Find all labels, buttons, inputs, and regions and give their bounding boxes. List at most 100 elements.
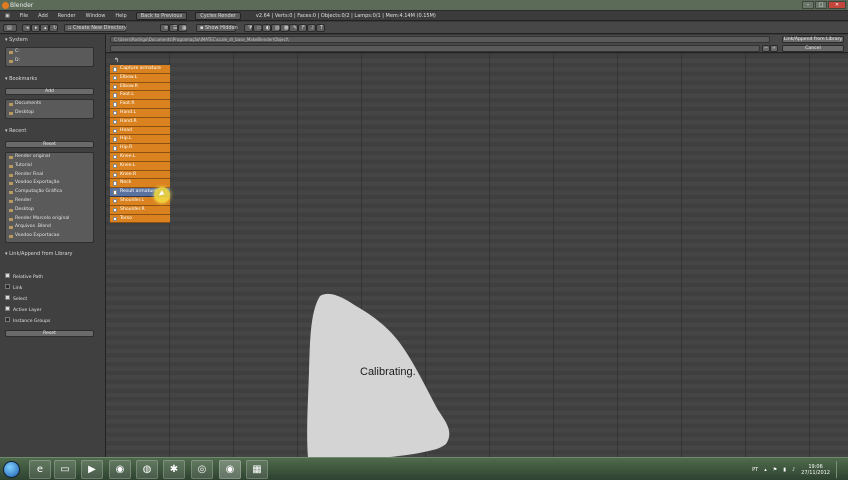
recent-item[interactable]: Render Final	[6, 171, 93, 180]
filter-text-icon[interactable]: T	[316, 24, 325, 32]
reset-link-options-button[interactable]: Reset	[5, 330, 94, 337]
app2-icon[interactable]: ◎	[191, 460, 213, 479]
file-item[interactable]: Shoulder.R	[110, 205, 170, 215]
recent-item[interactable]: Render Marcelo original	[6, 215, 93, 224]
filename-field[interactable]	[110, 45, 760, 52]
close-button[interactable]: ✕	[828, 1, 846, 9]
maximize-button[interactable]: □	[815, 1, 827, 9]
file-item[interactable]: Hand.R	[110, 117, 170, 127]
file-item-label: Knee.R	[120, 171, 137, 177]
blender-taskbar-icon[interactable]: ◉	[219, 460, 241, 479]
file-item[interactable]: Elbow.L	[110, 73, 170, 83]
show-desktop-button[interactable]	[836, 461, 842, 478]
filter-font-icon[interactable]: F	[298, 24, 307, 32]
instance-groups-checkbox[interactable]: Instance Groups	[5, 317, 50, 326]
app3-icon[interactable]: ▦	[246, 460, 268, 479]
network-icon[interactable]: ▮	[783, 467, 786, 473]
display-thumbnail-icon[interactable]: ▦	[178, 24, 187, 32]
filter-folder-icon[interactable]: ▭	[253, 24, 262, 32]
file-item[interactable]: Hip.R	[110, 144, 170, 153]
relative-path-checkbox[interactable]: Relative Path	[5, 273, 43, 282]
file-item[interactable]: Hand.L	[110, 108, 170, 118]
system-item[interactable]: C:	[6, 48, 93, 57]
internet-explorer-icon[interactable]: e	[29, 460, 51, 479]
back-arrow-icon[interactable]: ◂	[22, 24, 31, 32]
display-detail-icon[interactable]: ☰	[169, 24, 178, 32]
file-item[interactable]: Elbow.R	[110, 82, 170, 92]
start-button[interactable]	[3, 461, 20, 478]
recent-item[interactable]: Tutorial	[6, 162, 93, 171]
system-item[interactable]: D:	[6, 57, 93, 66]
link-append-button[interactable]: Link/Append from Library	[782, 36, 844, 43]
menu-window[interactable]: Window	[81, 13, 111, 19]
chrome-icon[interactable]: ◉	[109, 460, 131, 479]
directory-path-field[interactable]: C:\Users\Rodrigo\Documents\Programação\I…	[110, 36, 770, 43]
file-item[interactable]: Head	[110, 126, 170, 136]
back-to-previous-button[interactable]: Back to Previous	[135, 11, 188, 20]
show-hidden-toggle[interactable]: ▪ Show Hidden	[196, 24, 238, 32]
file-explorer-icon[interactable]: ▭	[54, 460, 76, 479]
clock[interactable]: 19:06 27/11/2012	[801, 464, 830, 476]
menu-add[interactable]: Add	[33, 13, 53, 19]
recent-item[interactable]: Computação Gráfica	[6, 188, 93, 197]
file-item[interactable]: Knee.L	[110, 152, 170, 162]
file-item[interactable]: Torso	[110, 214, 170, 224]
reset-recent-button[interactable]: Reset	[5, 141, 94, 148]
tray-arrow-icon[interactable]: ▴	[764, 467, 767, 473]
file-icon	[113, 110, 117, 116]
filter-icon[interactable]: ⧩	[244, 24, 253, 32]
forward-arrow-icon[interactable]: ▸	[31, 24, 40, 32]
file-item[interactable]: Hip.L	[110, 135, 170, 145]
decrement-icon[interactable]: −	[762, 45, 770, 52]
recent-item[interactable]: Desktop	[6, 206, 93, 215]
add-bookmark-button[interactable]: Add	[5, 88, 94, 95]
firefox-icon[interactable]: ◍	[136, 460, 158, 479]
flag-icon[interactable]: ⚑	[773, 467, 777, 473]
file-item[interactable]: Capture armature	[110, 65, 170, 74]
recent-item[interactable]: Voodoo Exportacao	[6, 232, 93, 241]
recent-item[interactable]: Render original	[6, 153, 93, 162]
link-checkbox[interactable]: Link	[5, 284, 22, 293]
parent-directory-icon[interactable]: ↰	[114, 57, 119, 64]
minimize-button[interactable]: –	[802, 1, 814, 9]
editor-type-icon[interactable]: ▣	[0, 13, 15, 19]
menu-file[interactable]: File	[15, 13, 33, 19]
bookmarks-header[interactable]: ▾ Bookmarks	[5, 76, 37, 82]
file-item[interactable]: Knee.L	[110, 161, 170, 171]
app-icon[interactable]: ✱	[163, 460, 185, 479]
recent-item[interactable]: Arquivos .Blend	[6, 223, 93, 232]
file-item[interactable]: Foot.R	[110, 100, 170, 109]
cancel-button[interactable]: Cancel	[782, 45, 844, 52]
link-append-header[interactable]: ▾ Link/Append from Library	[5, 251, 73, 257]
increment-icon[interactable]: +	[770, 45, 778, 52]
volume-icon[interactable]: ♪	[792, 467, 795, 473]
filter-script-icon[interactable]: ✎	[289, 24, 298, 32]
recent-header[interactable]: ▾ Recent	[5, 128, 26, 134]
file-item[interactable]: Knee.R	[110, 170, 170, 180]
recent-item[interactable]: Render	[6, 197, 93, 206]
filter-sound-icon[interactable]: ♪	[307, 24, 316, 32]
filter-blend-icon[interactable]: ◐	[262, 24, 271, 32]
recent-header-label: Recent	[9, 128, 27, 134]
filter-movie-icon[interactable]: ▩	[280, 24, 289, 32]
refresh-icon[interactable]: ↻	[49, 24, 58, 32]
system-header[interactable]: ▾ System	[5, 37, 28, 43]
display-short-icon[interactable]: ≡	[160, 24, 169, 32]
active-layer-checkbox[interactable]: Active Layer	[5, 306, 41, 315]
file-item[interactable]: Foot.L	[110, 91, 170, 101]
file-item-label: Head	[120, 127, 133, 133]
editor-type-button[interactable]: ▤	[3, 24, 17, 32]
render-engine-select[interactable]: Cycles Render	[195, 11, 241, 20]
filter-image-icon[interactable]: ▨	[271, 24, 280, 32]
recent-item[interactable]: Voodoo Exportação	[6, 179, 93, 188]
menu-render[interactable]: Render	[53, 13, 81, 19]
bookmark-item[interactable]: Desktop	[6, 109, 93, 118]
parent-dir-icon[interactable]: ▴	[40, 24, 49, 32]
language-indicator[interactable]: PT	[752, 467, 758, 473]
select-checkbox[interactable]: Select	[5, 295, 27, 304]
bookmark-item[interactable]: Documents	[6, 100, 93, 109]
create-directory-button[interactable]: ▫ Create New Directory	[64, 24, 127, 32]
media-player-icon[interactable]: ▶	[81, 460, 103, 479]
file-icon	[113, 67, 117, 72]
menu-help[interactable]: Help	[110, 13, 131, 19]
